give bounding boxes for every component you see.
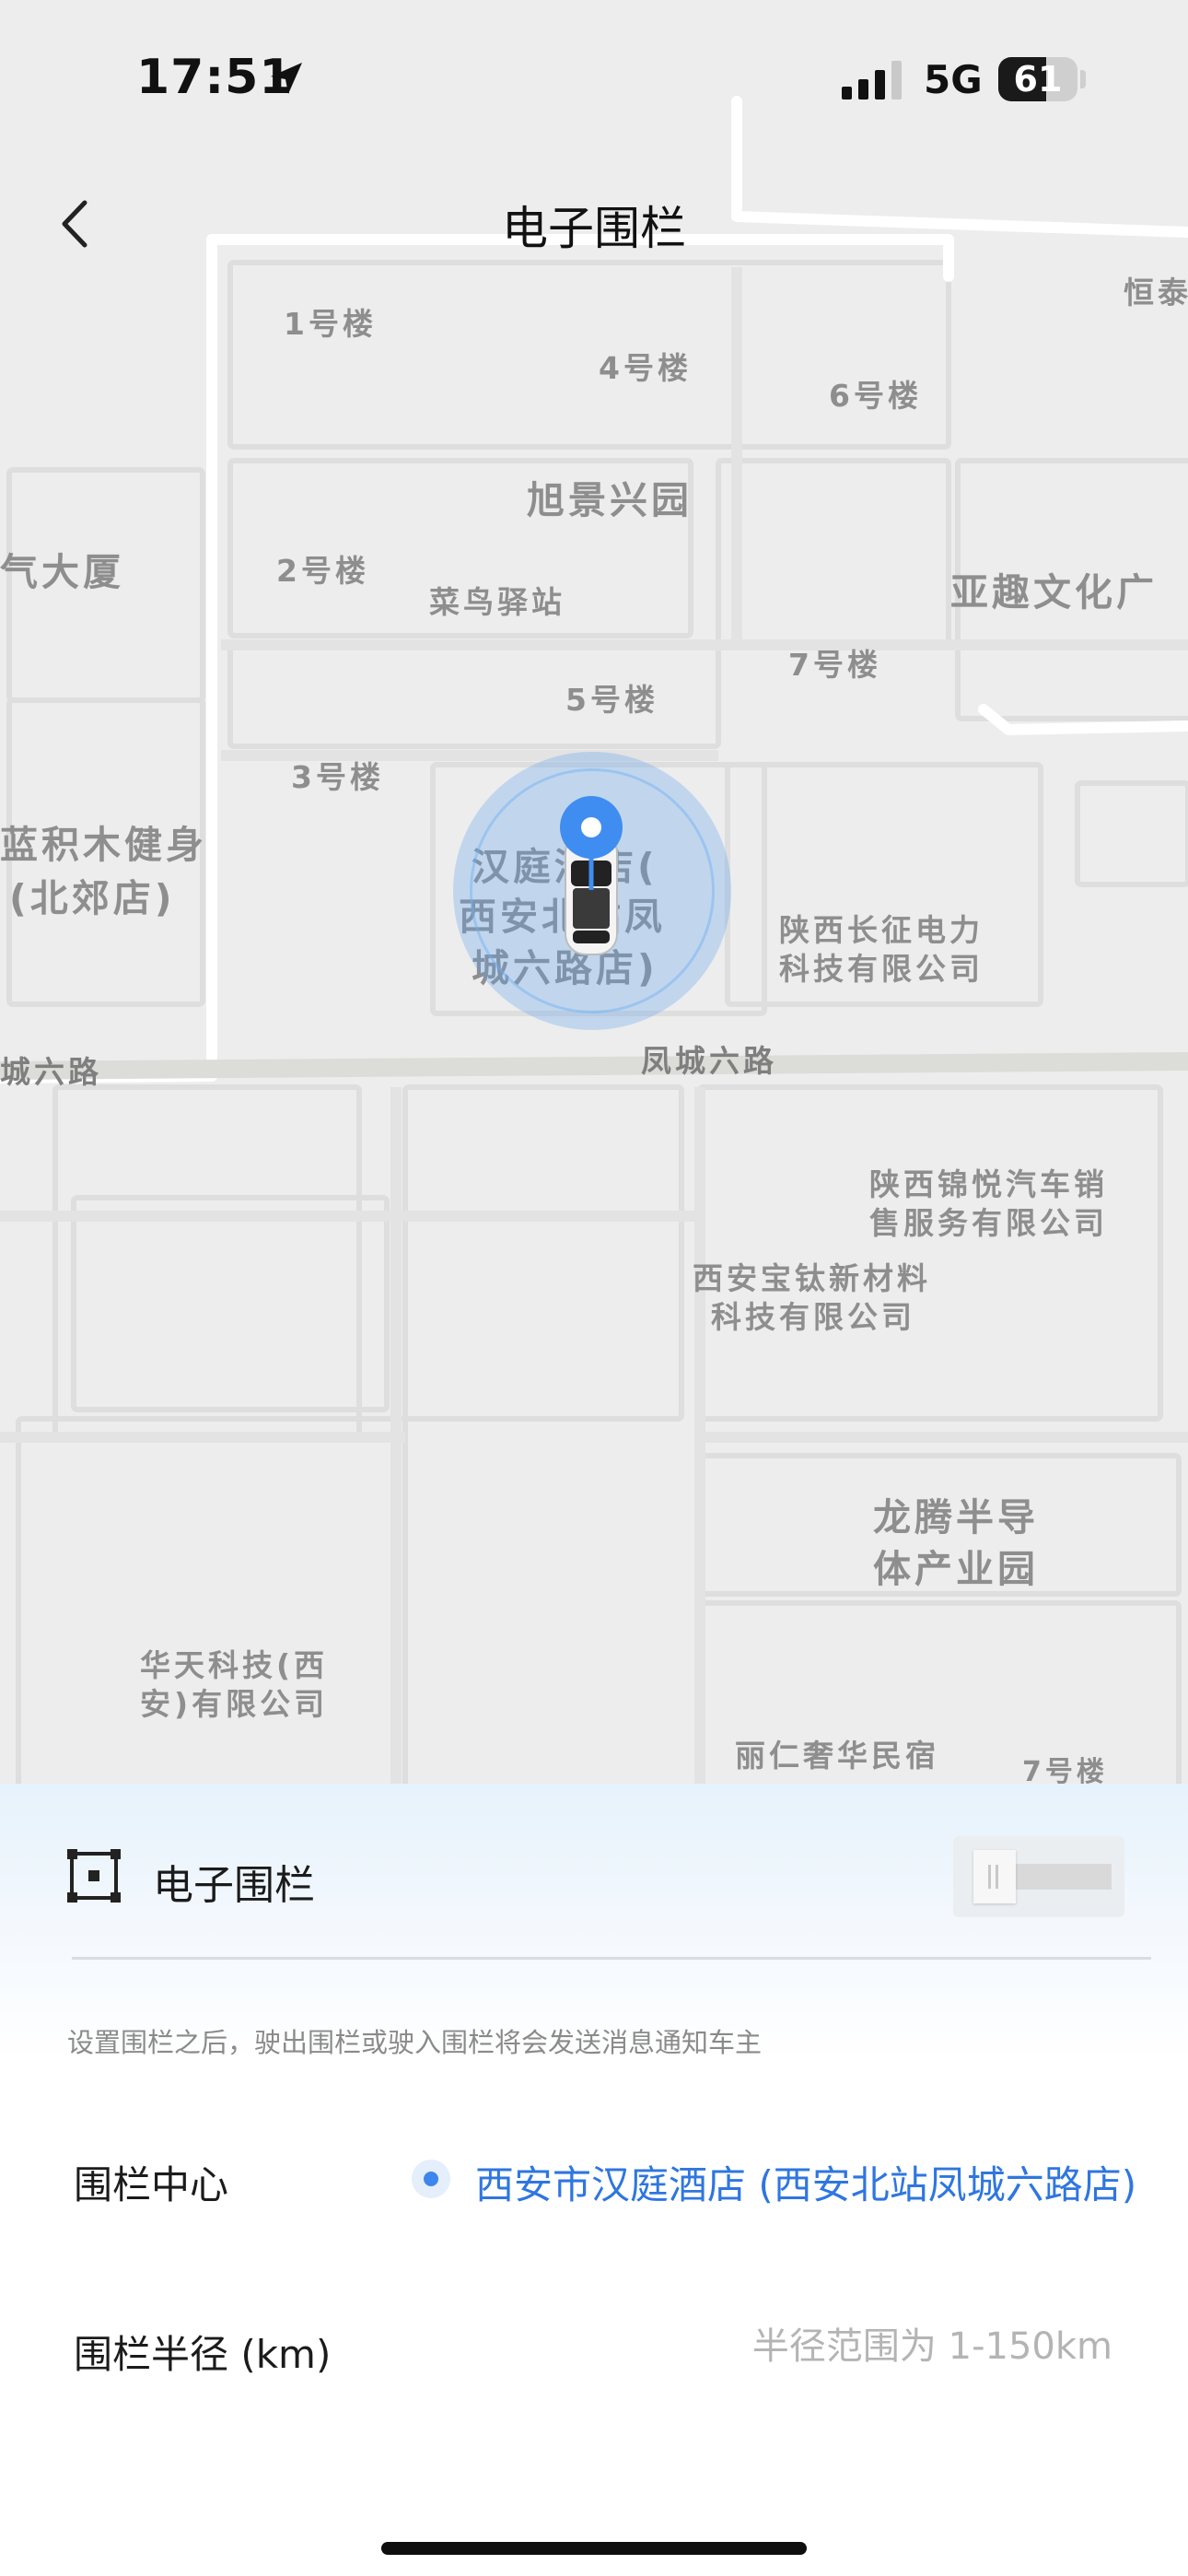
cellular-signal-icon	[842, 61, 902, 100]
map-label: 恒泰	[1124, 275, 1188, 310]
map-view[interactable]: 1号楼 4号楼 6号楼 恒泰 旭景兴园 气大厦 2号楼 菜鸟驿站 亚趣文化广 7…	[0, 0, 1188, 1787]
location-arrow-icon	[271, 63, 302, 94]
map-label: 旭景兴园	[527, 478, 693, 522]
map-label: 龙腾半导	[873, 1495, 1039, 1540]
location-dot-icon	[412, 2160, 450, 2198]
map-label: 6号楼	[829, 378, 922, 414]
fence-center-label: 围栏中心	[74, 2162, 229, 2207]
map-label: 华天科技(西	[140, 1647, 329, 1683]
battery-percentage: 61	[1013, 59, 1063, 100]
map-label: 售服务有限公司	[869, 1205, 1108, 1241]
map-label: 安)有限公司	[140, 1686, 329, 1722]
map-label: 5号楼	[565, 682, 658, 718]
fence-frame-icon	[67, 1849, 121, 1903]
location-pin-icon	[560, 796, 623, 890]
map-label: 科技有限公司	[711, 1299, 915, 1335]
map-label: 菜鸟驿站	[429, 584, 565, 620]
battery-tip	[1080, 70, 1086, 88]
network-type: 5G	[924, 57, 983, 102]
divider	[72, 1957, 1151, 1960]
map-label: 气大厦	[0, 550, 124, 594]
home-indicator[interactable]	[381, 2542, 807, 2555]
fence-radius-input[interactable]	[645, 2316, 1112, 2377]
map-label: 亚趣文化广	[950, 570, 1158, 615]
map-label: 陕西锦悦汽车销	[869, 1166, 1108, 1202]
map-label: 4号楼	[599, 350, 692, 386]
fence-center-value[interactable]: 西安市汉庭酒店 (西安北站凤城六路店)	[475, 2154, 1136, 2210]
map-label: 蓝积木健身	[0, 823, 207, 867]
fence-radius-label: 围栏半径 (km)	[74, 2332, 332, 2377]
map-label: 7号楼	[788, 647, 881, 683]
map-label: 陕西长征电力	[779, 912, 984, 948]
fence-toggle[interactable]	[953, 1836, 1124, 1917]
map-label: 丽仁奢华民宿	[735, 1738, 939, 1774]
map-label: (北郊店)	[9, 876, 176, 920]
page-title: 电子围栏	[502, 202, 686, 255]
battery-icon: 61	[998, 57, 1077, 101]
fence-notice-text: 设置围栏之后，驶出围栏或驶入围栏将会发送消息通知车主	[67, 2027, 763, 2058]
status-bar: 17:51 5G 61	[0, 0, 1188, 157]
map-label: 3号楼	[291, 759, 384, 795]
map-label: 1号楼	[284, 306, 377, 342]
map-label: 体产业园	[873, 1547, 1039, 1591]
map-label: 2号楼	[276, 553, 369, 589]
map-label: 7号楼	[1022, 1756, 1108, 1787]
road-label: 凤城六路	[641, 1043, 777, 1079]
map-label: 西安宝钛新材料	[693, 1260, 931, 1296]
map-label: 科技有限公司	[779, 951, 984, 987]
fence-label: 电子围栏	[153, 1862, 315, 1909]
toggle-knob[interactable]	[973, 1850, 1016, 1903]
road-label: 城六路	[0, 1054, 102, 1090]
